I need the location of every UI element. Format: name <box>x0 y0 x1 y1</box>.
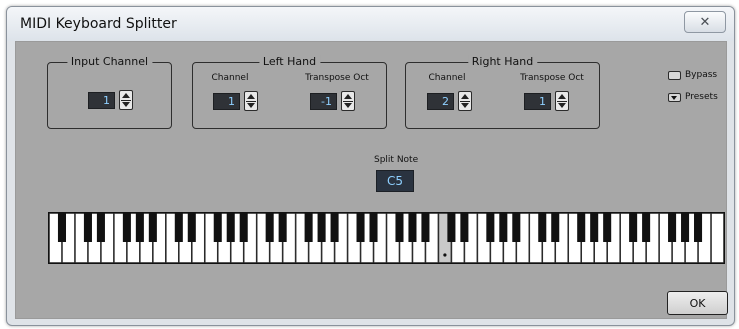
left-hand-channel-stepper[interactable] <box>244 91 258 111</box>
input-channel-value[interactable]: 1 <box>88 92 115 109</box>
black-key[interactable] <box>369 213 378 242</box>
input-channel-stepper[interactable] <box>119 90 133 110</box>
stepper-down-icon[interactable] <box>558 103 566 108</box>
right-hand-transpose-label: Transpose Oct <box>520 73 584 83</box>
stepper-down-icon[interactable] <box>461 103 469 108</box>
black-key[interactable] <box>330 213 339 242</box>
black-key[interactable] <box>603 213 612 242</box>
left-hand-group: Left Hand Channel Transpose Oct 1 -1 <box>192 55 387 129</box>
stepper-down-icon[interactable] <box>344 103 352 108</box>
right-hand-channel-stepper[interactable] <box>458 91 472 111</box>
right-hand-title: Right Hand <box>467 55 538 68</box>
black-key[interactable] <box>395 213 404 242</box>
black-key[interactable] <box>57 213 67 242</box>
piano-keys[interactable] <box>49 213 724 263</box>
split-note-value[interactable]: C5 <box>376 170 414 192</box>
black-key[interactable] <box>356 213 365 242</box>
black-key[interactable] <box>590 213 599 242</box>
right-hand-transpose-value[interactable]: 1 <box>524 93 551 110</box>
input-channel-title: Input Channel <box>66 55 153 68</box>
stepper-down-icon[interactable] <box>122 102 130 107</box>
right-hand-channel-value[interactable]: 2 <box>427 93 454 110</box>
left-hand-title: Left Hand <box>258 55 321 68</box>
close-button[interactable]: ✕ <box>684 11 726 33</box>
presets-dropdown[interactable]: Presets <box>668 92 718 102</box>
title-bar[interactable]: MIDI Keyboard Splitter ✕ <box>7 7 734 41</box>
white-key-C8[interactable] <box>711 213 724 263</box>
black-key[interactable] <box>421 213 430 242</box>
black-key[interactable] <box>96 213 105 242</box>
stepper-down-icon[interactable] <box>247 103 255 108</box>
black-key[interactable] <box>278 213 287 242</box>
black-key[interactable] <box>551 213 560 242</box>
left-hand-channel-label: Channel <box>211 73 249 83</box>
black-key[interactable] <box>265 213 274 242</box>
right-hand-group: Right Hand Channel Transpose Oct 2 1 <box>405 55 600 129</box>
black-key[interactable] <box>317 213 326 242</box>
black-key[interactable] <box>642 213 651 242</box>
left-hand-transpose-label: Transpose Oct <box>305 73 369 83</box>
black-key[interactable] <box>187 213 196 242</box>
black-key[interactable] <box>174 213 183 242</box>
black-key[interactable] <box>499 213 508 242</box>
stepper-up-icon[interactable] <box>122 93 130 98</box>
left-hand-transpose-value[interactable]: -1 <box>310 93 337 110</box>
stepper-up-icon[interactable] <box>247 94 255 99</box>
bypass-toggle[interactable]: Bypass <box>668 70 717 80</box>
piano-keyboard[interactable] <box>48 212 725 264</box>
stepper-up-icon[interactable] <box>344 94 352 99</box>
ok-button[interactable]: OK <box>667 291 728 315</box>
bypass-checkbox[interactable] <box>668 70 681 80</box>
black-key[interactable] <box>304 213 313 242</box>
black-key[interactable] <box>681 213 690 242</box>
black-key[interactable] <box>512 213 521 242</box>
black-key[interactable] <box>447 213 456 242</box>
presets-label: Presets <box>685 92 718 102</box>
black-key[interactable] <box>577 213 586 242</box>
black-key[interactable] <box>135 213 144 242</box>
left-hand-channel-value[interactable]: 1 <box>213 93 240 110</box>
black-key[interactable] <box>122 213 131 242</box>
stepper-up-icon[interactable] <box>461 94 469 99</box>
right-hand-channel-label: Channel <box>428 73 466 83</box>
window-title: MIDI Keyboard Splitter <box>20 16 177 32</box>
black-key[interactable] <box>148 213 157 242</box>
black-key[interactable] <box>486 213 495 242</box>
black-key[interactable] <box>213 213 222 242</box>
black-key[interactable] <box>239 213 248 242</box>
split-marker-dot <box>443 253 447 257</box>
input-channel-group: Input Channel 1 <box>47 55 172 129</box>
left-hand-transpose-stepper[interactable] <box>341 91 355 111</box>
bypass-label: Bypass <box>685 70 718 80</box>
black-key[interactable] <box>694 213 703 242</box>
close-icon: ✕ <box>699 14 711 30</box>
black-key[interactable] <box>408 213 417 242</box>
black-key[interactable] <box>538 213 547 242</box>
black-key[interactable] <box>226 213 235 242</box>
split-note-label: Split Note <box>374 155 419 165</box>
dropdown-arrow-icon[interactable] <box>668 92 681 102</box>
black-key[interactable] <box>629 213 638 242</box>
black-key[interactable] <box>460 213 469 242</box>
right-hand-transpose-stepper[interactable] <box>555 91 569 111</box>
black-key[interactable] <box>668 213 677 242</box>
black-key[interactable] <box>83 213 92 242</box>
dialog-window: MIDI Keyboard Splitter ✕ Input Channel 1… <box>6 6 735 326</box>
dialog-client-area: Input Channel 1 Left Hand Channel Transp… <box>15 41 728 319</box>
stepper-up-icon[interactable] <box>558 94 566 99</box>
